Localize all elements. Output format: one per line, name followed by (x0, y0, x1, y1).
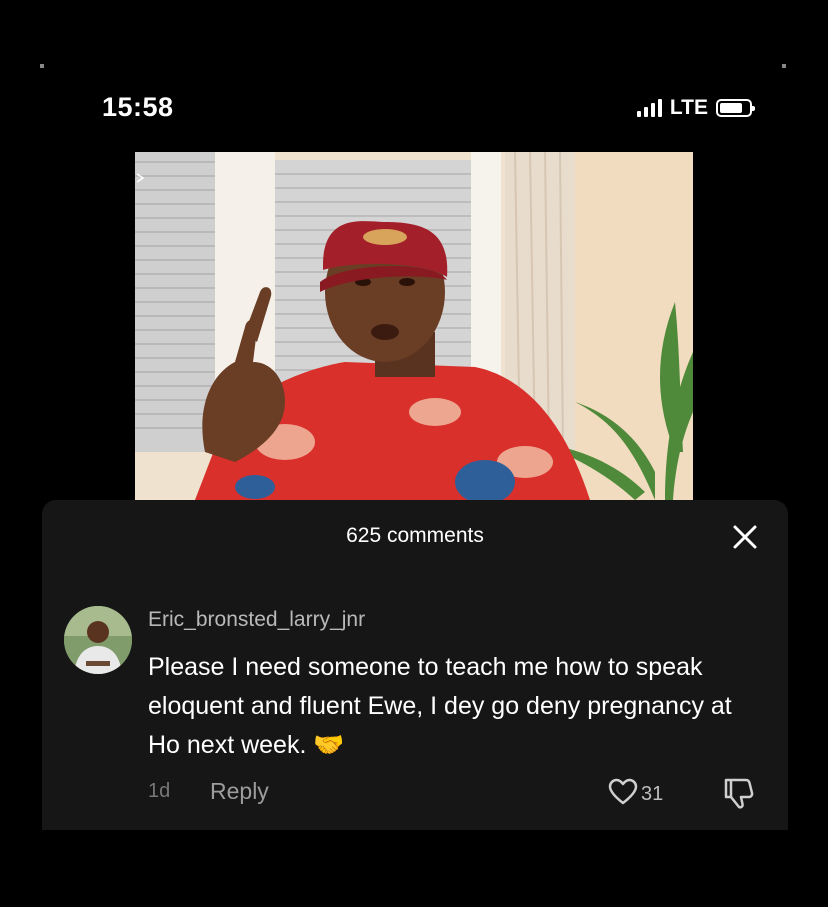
screen: 15:58 LTE 625 comments Eric_bronsted_lar… (0, 0, 828, 907)
video-frame[interactable] (135, 152, 693, 500)
comment-text: Please I need someone to teach me how to… (148, 648, 768, 765)
video-illustration (135, 152, 693, 500)
corner-mark-right (782, 64, 786, 68)
dislike-icon[interactable] (720, 776, 756, 815)
reply-button[interactable]: Reply (210, 778, 269, 805)
heart-icon (608, 778, 638, 811)
signal-icon (636, 99, 662, 117)
comments-panel: 625 comments Eric_bronsted_larry_jnr Ple… (42, 500, 788, 830)
status-bar: 15:58 LTE (0, 88, 828, 132)
like-count: 31 (641, 783, 664, 805)
comment-time: 1d (148, 780, 171, 802)
avatar[interactable] (64, 606, 132, 674)
corner-mark-left (40, 64, 44, 68)
status-indicators: LTE (636, 96, 755, 120)
handshake-emoji: 🤝 (313, 731, 345, 759)
battery-icon (716, 99, 755, 117)
comment-footer: 1d Reply 31 (148, 778, 768, 811)
comment-username[interactable]: Eric_bronsted_larry_jnr (148, 608, 365, 632)
comment-body: Please I need someone to teach me how to… (148, 653, 732, 759)
like-button[interactable]: 31 (608, 778, 663, 811)
comments-count: 625 comments (346, 524, 484, 547)
close-icon[interactable] (730, 522, 760, 552)
status-time: 15:58 (102, 92, 174, 122)
network-label: LTE (669, 96, 708, 119)
